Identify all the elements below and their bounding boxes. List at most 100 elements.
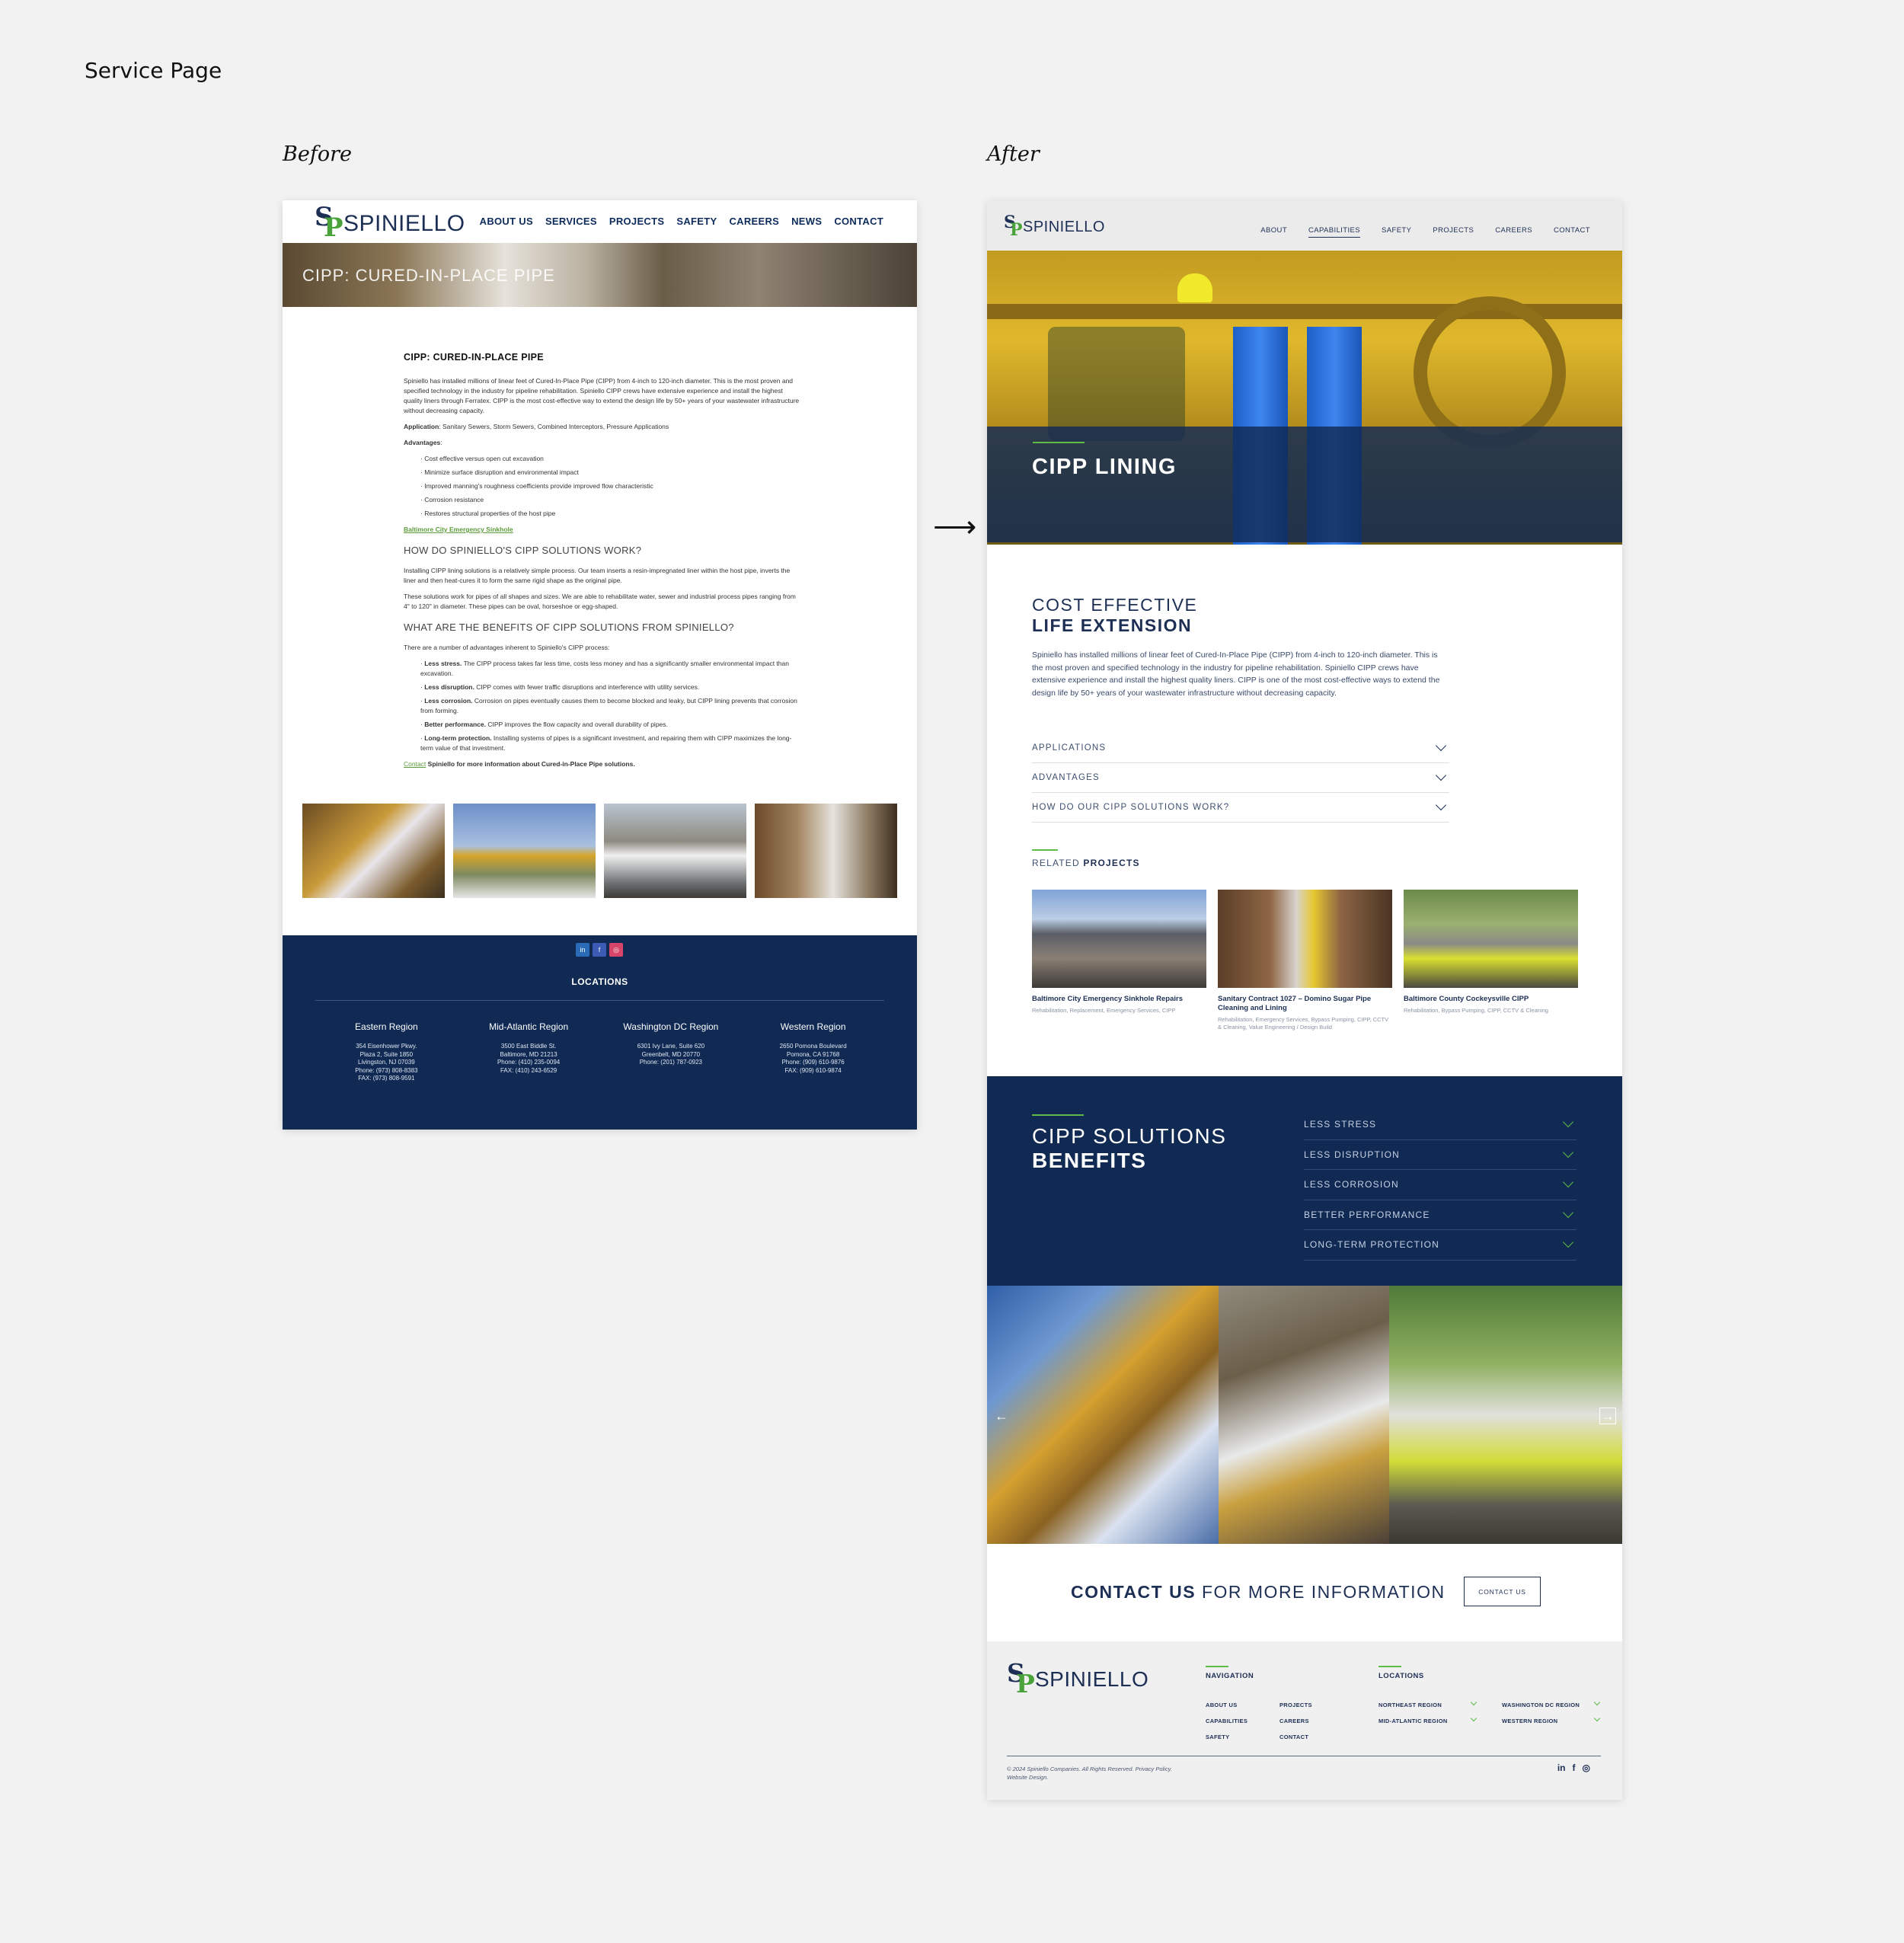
after-nav: ABOUT CAPABILITIES SAFETY PROJECTS CAREE… — [1260, 226, 1590, 238]
project-card[interactable]: Baltimore County Cockeysville CIPP Rehab… — [1404, 890, 1578, 1031]
accent-line — [1032, 1114, 1084, 1116]
instagram-icon[interactable]: ◎ — [1583, 1762, 1590, 1773]
before-logo[interactable]: S P SPINIELLO — [315, 202, 465, 243]
carousel-next-button[interactable]: → — [1599, 1408, 1616, 1424]
project-card[interactable]: Sanitary Contract 1027 – Domino Sugar Pi… — [1218, 890, 1392, 1031]
carousel-prev-button[interactable]: ← — [993, 1408, 1010, 1424]
gallery-image[interactable] — [755, 804, 897, 898]
footer-logo[interactable]: S P SPINIELLO — [1007, 1658, 1149, 1699]
nav-about[interactable]: ABOUT — [1260, 226, 1287, 238]
benefit-less-disruption[interactable]: LESS DISRUPTION — [1304, 1140, 1577, 1170]
divider — [315, 1000, 884, 1001]
nav-contact[interactable]: CONTACT — [1554, 226, 1590, 238]
accent-line — [1378, 1666, 1401, 1667]
image-carousel: ← → — [987, 1286, 1622, 1544]
page-title: Service Page — [85, 58, 222, 83]
facebook-icon[interactable]: f — [1573, 1762, 1576, 1773]
footer-link-about-us[interactable]: ABOUT US — [1206, 1702, 1238, 1708]
footer-locations-title: LOCATIONS — [1378, 1672, 1424, 1680]
linkedin-icon[interactable]: in — [1557, 1762, 1566, 1773]
region-western: Western Region 2650 Pomona Boulevard Pom… — [779, 1021, 847, 1074]
project-image[interactable] — [1404, 890, 1578, 988]
chevron-down-icon[interactable] — [1593, 1715, 1601, 1722]
nav-news[interactable]: NEWS — [791, 216, 822, 227]
list-item: Improved manning's roughness coefficient… — [420, 481, 800, 491]
before-how-p2: These solutions work for pipes of all sh… — [404, 593, 796, 610]
project-image[interactable] — [1218, 890, 1392, 988]
list-item: Long-term protection. Installing systems… — [420, 733, 800, 753]
benefit-long-term-protection[interactable]: LONG-TERM PROTECTION — [1304, 1230, 1577, 1261]
nav-about-us[interactable]: ABOUT US — [480, 216, 533, 227]
hard-hat-icon — [1177, 273, 1212, 302]
chevron-down-icon — [1562, 1177, 1574, 1188]
region-eastern: Eastern Region 354 Eisenhower Pkwy. Plaz… — [355, 1021, 418, 1082]
nav-safety[interactable]: SAFETY — [1382, 226, 1411, 238]
benefit-better-performance[interactable]: BETTER PERFORMANCE — [1304, 1200, 1577, 1230]
footer-link-capabilities[interactable]: CAPABILITIES — [1206, 1718, 1248, 1724]
nav-contact[interactable]: CONTACT — [834, 216, 883, 227]
accent-line — [1033, 442, 1085, 443]
gallery-image[interactable] — [987, 1286, 1219, 1544]
before-page: S P SPINIELLO ABOUT US SERVICES PROJECTS… — [283, 200, 917, 1130]
list-item: Better performance. CIPP improves the fl… — [420, 720, 800, 730]
nav-services[interactable]: SERVICES — [545, 216, 597, 227]
after-hero-title: CIPP LINING — [1032, 455, 1177, 479]
intro-heading-line2: LIFE EXTENSION — [1032, 615, 1193, 635]
gallery-image[interactable] — [1219, 1286, 1389, 1544]
before-social: in f ◎ — [576, 943, 623, 957]
before-footer: in f ◎ LOCATIONS Eastern Region 354 Eise… — [283, 935, 917, 1130]
gallery-image[interactable] — [604, 804, 746, 898]
facebook-icon[interactable]: f — [593, 943, 606, 957]
chevron-down-icon[interactable] — [1593, 1699, 1601, 1706]
footer-link-safety[interactable]: SAFETY — [1206, 1734, 1229, 1740]
intro-paragraph: Spiniello has installed millions of line… — [1032, 650, 1440, 698]
nav-projects[interactable]: PROJECTS — [1433, 226, 1474, 238]
footer-region-mid-atlantic[interactable]: MID-ATLANTIC REGION — [1378, 1718, 1448, 1724]
contact-link[interactable]: Contact — [404, 760, 426, 768]
after-logo[interactable]: S P SPINIELLO — [1004, 213, 1105, 240]
accordion-how-it-works[interactable]: HOW DO OUR CIPP SOLUTIONS WORK? — [1032, 793, 1449, 823]
linkedin-icon[interactable]: in — [576, 943, 589, 957]
logo-mark-icon: S P — [1004, 213, 1023, 240]
project-image[interactable] — [1032, 890, 1206, 988]
chevron-down-icon[interactable] — [1470, 1699, 1478, 1706]
gallery-image[interactable] — [302, 804, 445, 898]
after-label: After — [987, 142, 1040, 166]
gallery-image[interactable] — [453, 804, 596, 898]
cta-text: CONTACT US FOR MORE INFORMATION — [1071, 1582, 1446, 1602]
footer-region-washington-dc[interactable]: WASHINGTON DC REGION — [1502, 1702, 1580, 1708]
accordion-advantages[interactable]: ADVANTAGES — [1032, 763, 1449, 793]
accordion-applications[interactable]: APPLICATIONS — [1032, 733, 1449, 763]
instagram-icon[interactable]: ◎ — [609, 943, 623, 957]
benefit-less-stress[interactable]: LESS STRESS — [1304, 1110, 1577, 1140]
after-header: S P SPINIELLO ABOUT CAPABILITIES SAFETY … — [987, 200, 1622, 251]
nav-capabilities[interactable]: CAPABILITIES — [1308, 226, 1361, 238]
gallery-image[interactable] — [1389, 1286, 1622, 1544]
contact-us-button[interactable]: CONTACT US — [1464, 1577, 1541, 1606]
before-application: Application: Sanitary Sewers, Storm Sewe… — [404, 423, 669, 430]
sinkhole-link[interactable]: Baltimore City Emergency Sinkhole — [404, 526, 513, 533]
logo-mark-icon: S P — [1007, 1658, 1035, 1699]
benefit-less-corrosion[interactable]: LESS CORROSION — [1304, 1170, 1577, 1200]
benefits-accordion: LESS STRESS LESS DISRUPTION LESS CORROSI… — [1304, 1110, 1577, 1261]
hero-worker-shape — [1048, 327, 1185, 441]
before-contact-line: Contact Spiniello for more information a… — [404, 760, 635, 768]
accent-line — [1206, 1666, 1228, 1667]
list-item: Less corrosion. Corrosion on pipes event… — [420, 696, 800, 716]
nav-projects[interactable]: PROJECTS — [609, 216, 664, 227]
nav-careers[interactable]: CAREERS — [1495, 226, 1532, 238]
before-nav: ABOUT US SERVICES PROJECTS SAFETY CAREER… — [480, 216, 883, 227]
footer-link-careers[interactable]: CAREERS — [1279, 1718, 1309, 1724]
footer-region-northeast[interactable]: NORTHEAST REGION — [1378, 1702, 1442, 1708]
logo-text: SPINIELLO — [1035, 1667, 1149, 1691]
accent-line — [1032, 849, 1058, 851]
footer-link-contact[interactable]: CONTACT — [1279, 1734, 1308, 1740]
chevron-down-icon — [1435, 740, 1447, 752]
footer-region-western[interactable]: WESTERN REGION — [1502, 1718, 1557, 1724]
nav-careers[interactable]: CAREERS — [729, 216, 779, 227]
nav-safety[interactable]: SAFETY — [676, 216, 717, 227]
before-hero-image: CIPP: CURED-IN-PLACE PIPE — [283, 243, 917, 307]
footer-link-projects[interactable]: PROJECTS — [1279, 1702, 1312, 1708]
chevron-down-icon[interactable] — [1470, 1715, 1478, 1722]
project-card[interactable]: Baltimore City Emergency Sinkhole Repair… — [1032, 890, 1206, 1031]
